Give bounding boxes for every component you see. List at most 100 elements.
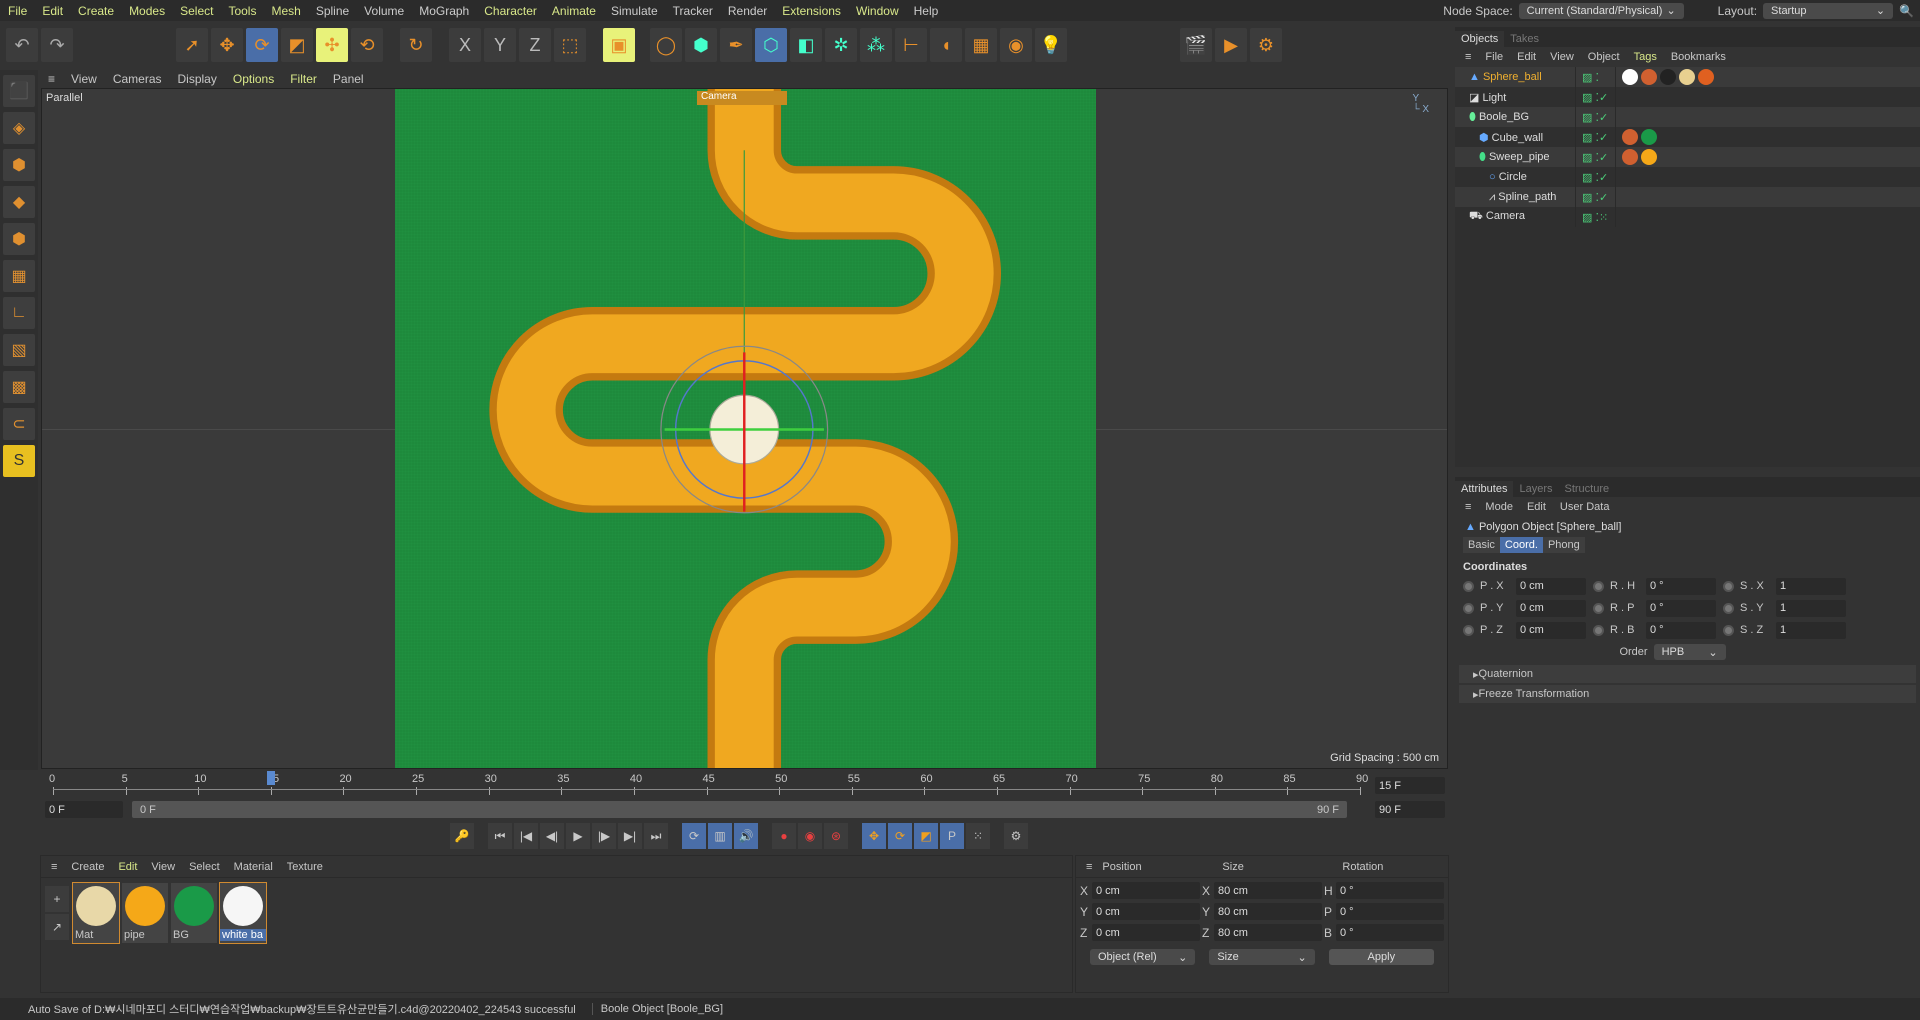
loop-button[interactable]: ⟳ xyxy=(682,823,706,849)
sound-button[interactable]: 🔊 xyxy=(734,823,758,849)
first-frame-button[interactable]: ⏮ xyxy=(488,823,512,849)
material-swatch[interactable]: pipe xyxy=(122,883,168,943)
tag-icon[interactable] xyxy=(1641,129,1657,145)
object-row-sweep-pipe[interactable]: ⬮ Sweep_pipe ▨ ⁚ ✓ xyxy=(1455,147,1920,167)
attributes-menu-edit[interactable]: Edit xyxy=(1527,501,1546,513)
menu-hamburger-icon[interactable]: ≡ xyxy=(1086,861,1092,873)
coord-input[interactable]: 1 xyxy=(1776,599,1846,617)
recent-rotate-button[interactable]: ↻ xyxy=(400,28,432,62)
objects-menu-edit[interactable]: Edit xyxy=(1517,51,1536,63)
object-flags[interactable]: ▨ ⁚ ⁙ xyxy=(1575,207,1615,227)
coord-input[interactable]: 0 ° xyxy=(1646,577,1716,595)
left-tool-button[interactable]: ▦ xyxy=(3,260,35,292)
menu-select[interactable]: Select xyxy=(180,4,213,18)
tab-layers[interactable]: Layers xyxy=(1513,481,1558,497)
coord-mode-select[interactable]: Object (Rel) ⌄ xyxy=(1090,949,1196,965)
objects-menu-object[interactable]: Object xyxy=(1588,51,1620,63)
rot-key-button[interactable]: ⟳ xyxy=(888,823,912,849)
menu-help[interactable]: Help xyxy=(914,4,939,18)
keyframe-radio[interactable] xyxy=(1593,580,1604,592)
material-menu-select[interactable]: Select xyxy=(189,861,220,873)
enabled-check-icon[interactable]: ✓ xyxy=(1599,91,1608,104)
menu-create[interactable]: Create xyxy=(78,4,114,18)
objects-menu-file[interactable]: File xyxy=(1485,51,1503,63)
pos-key-button[interactable]: ✥ xyxy=(862,823,886,849)
end-frame-field[interactable]: 90 F xyxy=(1375,801,1445,818)
y-axis-button[interactable]: Y xyxy=(484,28,516,62)
keyframe-radio[interactable] xyxy=(1463,602,1474,614)
cloner-button[interactable]: ✲ xyxy=(825,28,857,62)
menu-spline[interactable]: Spline xyxy=(316,4,349,18)
menu-render[interactable]: Render xyxy=(728,4,767,18)
pen-button[interactable]: ✒ xyxy=(720,28,752,62)
keyframe-radio[interactable] xyxy=(1723,624,1734,636)
apply-button[interactable]: Apply xyxy=(1328,949,1434,965)
object-flags[interactable]: ▨ ⁚ ✓ xyxy=(1575,107,1615,127)
menu-tools[interactable]: Tools xyxy=(228,4,256,18)
add-icon[interactable]: + xyxy=(45,886,69,912)
node-space-select[interactable]: Current (Standard/Physical) ⌄ xyxy=(1518,2,1684,19)
enabled-check-icon[interactable]: ✓ xyxy=(1599,111,1608,124)
material-menu-texture[interactable]: Texture xyxy=(287,861,323,873)
timeline-ruler[interactable]: 051015202530354045505560657075808590 xyxy=(40,771,1370,797)
menu-hamburger-icon[interactable]: ≡ xyxy=(1465,51,1471,63)
light-button[interactable]: 💡 xyxy=(1035,28,1067,62)
enabled-check-icon[interactable]: ✓ xyxy=(1599,131,1608,144)
keyframe-radio[interactable] xyxy=(1723,602,1734,614)
array-button[interactable]: ⁂ xyxy=(860,28,892,62)
move-button[interactable]: ✥ xyxy=(211,28,243,62)
extrude-button[interactable]: ◧ xyxy=(790,28,822,62)
tag-icon[interactable] xyxy=(1698,69,1714,85)
render-view-button[interactable]: 🎬 xyxy=(1180,28,1212,62)
menu-simulate[interactable]: Simulate xyxy=(611,4,658,18)
render-button[interactable]: ▶ xyxy=(1215,28,1247,62)
edit-toggle-icon[interactable]: ▨ ⁚ xyxy=(1582,131,1599,144)
object-row-circle[interactable]: ○ Circle ▨ ⁚ ✓ xyxy=(1455,167,1920,187)
search-icon[interactable]: 🔍 xyxy=(1899,4,1914,18)
viewport-menu-view[interactable]: View xyxy=(71,72,97,86)
coord-field[interactable]: 0 cm xyxy=(1092,903,1200,920)
camera-button[interactable]: ◉ xyxy=(1000,28,1032,62)
menu-mesh[interactable]: Mesh xyxy=(271,4,300,18)
layout-select[interactable]: Startup ⌄ xyxy=(1763,2,1894,19)
autokey-button[interactable]: ◉ xyxy=(798,823,822,849)
spline-pen-button[interactable]: ◯ xyxy=(650,28,682,62)
next-key-button[interactable]: ▶| xyxy=(618,823,642,849)
last-frame-button[interactable]: ⏭ xyxy=(644,823,668,849)
object-flags[interactable]: ▨ ⁚ xyxy=(1575,67,1615,87)
viewport-menu-display[interactable]: Display xyxy=(178,72,217,86)
attributes-menu-mode[interactable]: Mode xyxy=(1485,501,1513,513)
tab-structure[interactable]: Structure xyxy=(1559,481,1616,497)
menu-edit[interactable]: Edit xyxy=(42,4,63,18)
object-row-boole-bg[interactable]: ⬮ Boole_BG ▨ ⁚ ✓ xyxy=(1455,107,1920,127)
coord-input[interactable]: 1 xyxy=(1776,621,1846,639)
material-menu-material[interactable]: Material xyxy=(234,861,273,873)
menu-mograph[interactable]: MoGraph xyxy=(419,4,469,18)
size-mode-select[interactable]: Size ⌄ xyxy=(1209,949,1315,965)
left-tool-button[interactable]: ⬢ xyxy=(3,149,35,181)
current-frame-field[interactable]: 15 F xyxy=(1375,777,1445,794)
menu-modes[interactable]: Modes xyxy=(129,4,165,18)
coord-field[interactable]: 0 cm xyxy=(1092,924,1200,941)
coord-field[interactable]: 80 cm xyxy=(1214,882,1322,899)
objects-menu-bookmarks[interactable]: Bookmarks xyxy=(1671,51,1726,63)
tab-objects[interactable]: Objects xyxy=(1455,31,1505,47)
edit-toggle-icon[interactable]: ▨ ⁚ xyxy=(1582,111,1599,124)
scale-key-button[interactable]: ◩ xyxy=(914,823,938,849)
scale-button[interactable]: ◩ xyxy=(281,28,313,62)
coord-field[interactable]: 0 ° xyxy=(1336,903,1444,920)
edit-toggle-icon[interactable]: ▨ ⁚ xyxy=(1582,171,1599,184)
coord-field[interactable]: 0 ° xyxy=(1336,924,1444,941)
menu-character[interactable]: Character xyxy=(484,4,537,18)
left-tool-button[interactable]: ◈ xyxy=(3,112,35,144)
attributes-menu-user-data[interactable]: User Data xyxy=(1560,501,1610,513)
menu-extensions[interactable]: Extensions xyxy=(782,4,841,18)
left-tool-button[interactable]: ⬛ xyxy=(3,75,35,107)
keyframe-radio[interactable] xyxy=(1593,602,1604,614)
edit-toggle-icon[interactable]: ▨ ⁚ xyxy=(1582,91,1599,104)
prev-frame-button[interactable]: ◀| xyxy=(540,823,564,849)
object-row-spline-path[interactable]: ⩘ Spline_path ▨ ⁚ ✓ xyxy=(1455,187,1920,207)
object-flags[interactable]: ▨ ⁚ ✓ xyxy=(1575,187,1615,207)
viewport-menu-panel[interactable]: Panel xyxy=(333,72,364,86)
key-button[interactable]: 🔑 xyxy=(450,823,474,849)
